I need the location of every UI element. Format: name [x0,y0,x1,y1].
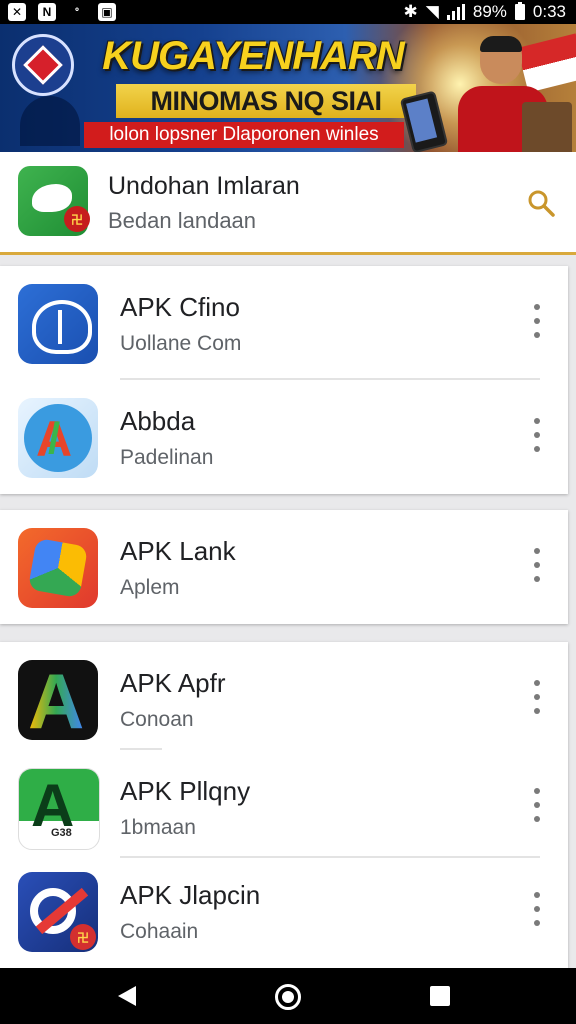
header-app-icon[interactable]: 卍 [18,166,90,236]
icon-caption: G38 [51,827,72,839]
app-list-item[interactable]: 卍 APK Jlapcin Cohaain [0,854,568,966]
palm-silhouette [20,96,80,146]
app-name: APK Cfino [120,292,240,322]
app-name: APK Pllqny [120,776,251,806]
app-name: APK Apfr [120,668,226,698]
more-options-icon[interactable] [532,680,542,714]
app-name: Abbda [120,406,196,436]
back-icon[interactable] [118,986,136,1006]
app-list-item[interactable]: A APK Apfr Conoan [0,642,568,754]
header-title: Undohan Imlaran [108,172,300,200]
app-header: 卍 Undohan Imlaran Bedan landaan [0,152,576,255]
app-name: APK Jlapcin [120,880,261,910]
notification-icon: ᐤ [68,3,86,21]
clock: 0:33 [532,2,566,21]
apfr-app-icon: A [18,660,98,740]
promo-banner[interactable]: KUGAYENHARN MINOMAS NQ SIAI lolon lopsne… [0,24,576,152]
app-list-item[interactable]: APK Lank Aplem [0,510,568,622]
app-subtitle: Conoan [120,708,194,731]
app-card-group-3: A APK Apfr Conoan A G38 APK Pllqny 1bmaa… [0,642,568,968]
banner-tagline: lolon lopsner Dlaporonen winles [84,122,404,148]
more-options-icon[interactable] [532,892,542,926]
navigation-bar [0,968,576,1024]
app-card-group-1: APK Cfino Uollane Com A / Abbda Padelinan [0,266,568,494]
presenter-image [399,36,572,152]
app-name: APK Lank [120,536,236,566]
status-bar: ✕ N ᐤ ▣ ✱ ◥ 89% 0:33 [0,0,576,24]
app-subtitle: Aplem [120,576,180,599]
notification-icon: ▣ [98,3,116,21]
more-options-icon[interactable] [532,418,542,452]
search-icon[interactable] [526,188,556,218]
wifi-icon: ◥ [425,2,439,21]
lank-app-icon [18,528,98,608]
banner-subtitle: MINOMAS NQ SIAI [116,84,416,118]
signal-icon [446,4,465,20]
notification-icon: ✕ [8,3,26,21]
app-subtitle: Uollane Com [120,332,242,355]
jlapcin-app-icon: 卍 [18,872,98,952]
home-icon[interactable] [275,984,301,1010]
app-subtitle: Cohaain [120,920,199,943]
tablet-image [522,102,572,152]
badge-icon: 卍 [70,924,96,950]
app-list-item[interactable]: A / Abbda Padelinan [0,380,568,492]
header-subtitle: Bedan landaan [108,208,257,233]
recent-apps-icon[interactable] [430,986,450,1006]
abbda-app-icon: A / [18,398,98,478]
more-options-icon[interactable] [532,548,542,582]
more-options-icon[interactable] [532,304,542,338]
app-subtitle: 1bmaan [120,816,196,839]
notification-icon: N [38,3,56,21]
battery-percentage: 89% [472,2,507,21]
pllqny-app-icon: A G38 [18,768,100,850]
badge-icon: 卍 [64,206,90,232]
banner-title: KUGAYENHARN [102,34,405,78]
map-icon [32,184,72,212]
emblem-logo [12,34,74,96]
more-options-icon[interactable] [532,788,542,822]
battery-icon [514,2,525,20]
app-list-item[interactable]: APK Cfino Uollane Com [0,266,568,378]
bluetooth-icon: ✱ [403,2,418,21]
app-subtitle: Padelinan [120,446,214,469]
app-card-group-2: APK Lank Aplem [0,510,568,624]
app-list-item[interactable]: A G38 APK Pllqny 1bmaan [0,750,568,862]
cloud-app-icon [18,284,98,364]
